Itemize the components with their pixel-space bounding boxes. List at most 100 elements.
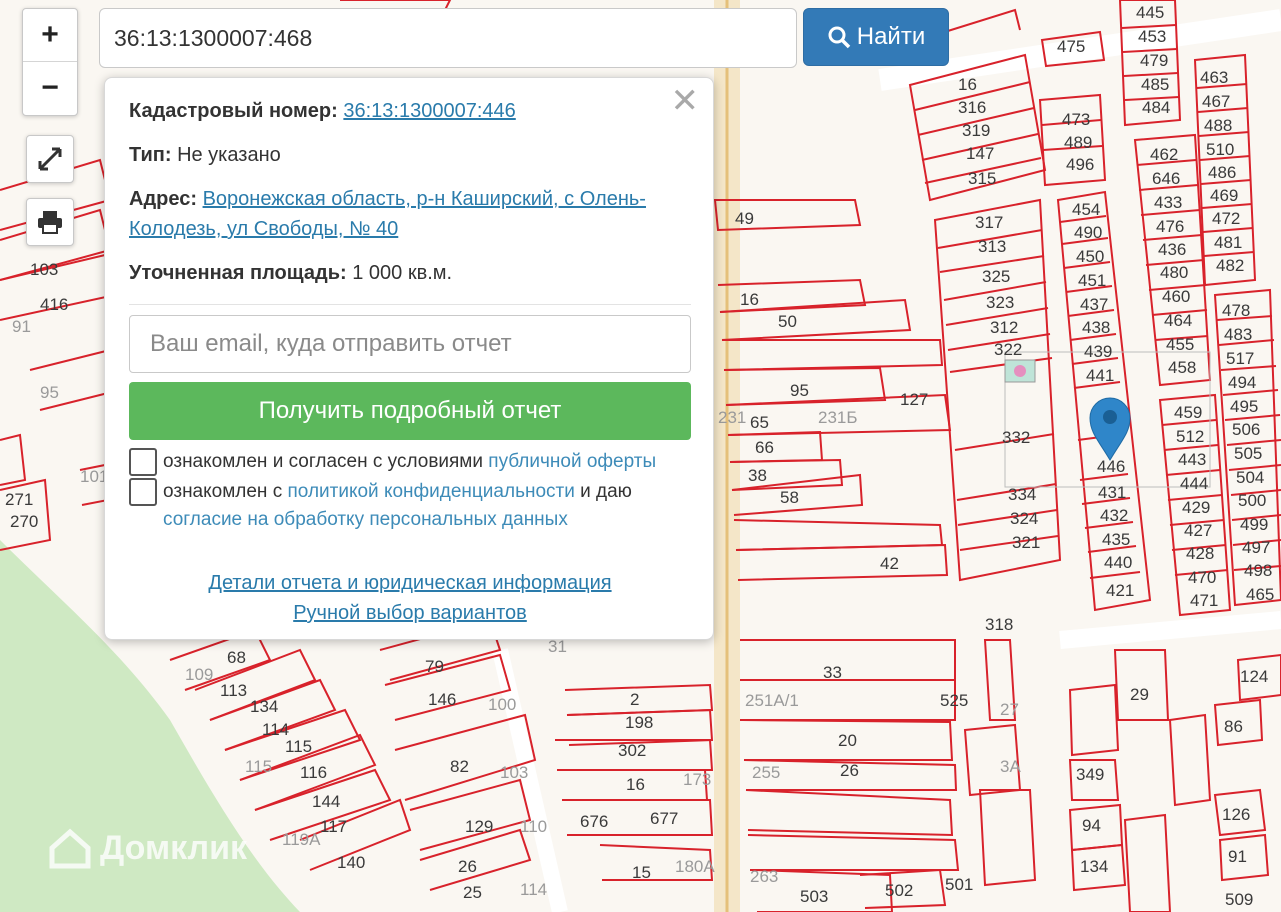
svg-text:495: 495: [1230, 397, 1258, 416]
svg-text:29: 29: [1130, 685, 1149, 704]
poi-icon: [1004, 359, 1036, 383]
email-field[interactable]: [129, 315, 691, 373]
parcel-info-popup: ✕ Кадастровый номер: 36:13:1300007:446 Т…: [104, 77, 714, 640]
svg-text:173: 173: [683, 770, 711, 789]
zoom-out-icon[interactable]: −: [23, 61, 77, 114]
svg-text:16: 16: [958, 75, 977, 94]
svg-text:26: 26: [458, 857, 477, 876]
personal-data-link[interactable]: согласие на обработку персональных данны…: [163, 509, 568, 530]
svg-text:322: 322: [994, 340, 1022, 359]
svg-text:480: 480: [1160, 263, 1188, 282]
svg-text:469: 469: [1210, 186, 1238, 205]
address-link[interactable]: Воронежская область, р-н Каширский, с Ол…: [129, 188, 646, 240]
svg-text:332: 332: [1002, 428, 1030, 447]
svg-text:501: 501: [945, 875, 973, 894]
svg-text:95: 95: [40, 383, 59, 402]
svg-text:129: 129: [465, 817, 493, 836]
cadastral-number-link[interactable]: 36:13:1300007:446: [343, 100, 515, 122]
svg-text:509: 509: [1225, 890, 1253, 909]
svg-text:446: 446: [1097, 457, 1125, 476]
svg-text:486: 486: [1208, 163, 1236, 182]
svg-text:334: 334: [1008, 485, 1036, 504]
svg-text:489: 489: [1064, 133, 1092, 152]
map-pin-icon[interactable]: [1089, 397, 1131, 461]
offer-checkbox[interactable]: [129, 448, 157, 476]
offer-link[interactable]: публичной оферты: [488, 451, 656, 472]
svg-text:25: 25: [463, 883, 482, 902]
svg-text:33: 33: [823, 663, 842, 682]
svg-text:198: 198: [625, 713, 653, 732]
close-icon[interactable]: ✕: [671, 84, 700, 118]
svg-text:26: 26: [840, 761, 859, 780]
svg-text:38: 38: [748, 466, 767, 485]
svg-text:119A: 119A: [282, 830, 321, 849]
svg-text:263: 263: [750, 867, 778, 886]
area-row: Уточненная площадь: 1 000 кв.м.: [129, 262, 452, 285]
svg-text:500: 500: [1238, 491, 1266, 510]
svg-text:114: 114: [520, 880, 547, 899]
print-icon: [38, 211, 62, 234]
svg-text:416: 416: [40, 295, 68, 314]
svg-text:27: 27: [1000, 700, 1019, 719]
svg-text:86: 86: [1224, 717, 1243, 736]
svg-text:134: 134: [250, 697, 278, 716]
svg-text:103: 103: [500, 763, 528, 782]
manual-select-link[interactable]: Ручной выбор вариантов: [105, 602, 715, 625]
svg-text:438: 438: [1082, 318, 1110, 337]
svg-text:443: 443: [1178, 450, 1206, 469]
fullscreen-button[interactable]: [26, 135, 74, 183]
svg-text:42: 42: [880, 554, 899, 573]
privacy-checkbox[interactable]: [129, 478, 157, 506]
search-button[interactable]: Найти: [803, 8, 949, 66]
svg-text:15: 15: [632, 863, 651, 882]
svg-text:482: 482: [1216, 256, 1244, 275]
svg-text:312: 312: [990, 318, 1018, 337]
svg-text:68: 68: [227, 648, 246, 667]
svg-text:479: 479: [1140, 51, 1168, 70]
svg-text:79: 79: [425, 657, 444, 676]
svg-text:324: 324: [1010, 509, 1038, 528]
address-label: Адрес:: [129, 188, 197, 210]
search-icon: [828, 26, 850, 49]
svg-text:95: 95: [790, 381, 809, 400]
zoom-in-icon[interactable]: +: [23, 9, 77, 61]
svg-text:432: 432: [1100, 506, 1128, 525]
svg-text:454: 454: [1072, 200, 1100, 219]
svg-text:317: 317: [975, 213, 1003, 232]
privacy-mid-text: и даю: [580, 481, 632, 502]
svg-text:49: 49: [735, 209, 754, 228]
svg-text:180A: 180A: [675, 857, 715, 876]
svg-text:20: 20: [838, 731, 857, 750]
privacy-text: ознакомлен с: [163, 481, 283, 502]
svg-text:646: 646: [1152, 169, 1180, 188]
svg-text:91: 91: [1228, 847, 1247, 866]
svg-text:115: 115: [245, 757, 272, 776]
svg-text:433: 433: [1154, 193, 1182, 212]
svg-text:441: 441: [1086, 366, 1114, 385]
svg-text:116: 116: [300, 763, 327, 782]
svg-text:488: 488: [1204, 116, 1232, 135]
type-value: Не указано: [177, 144, 281, 166]
offer-text: ознакомлен и согласен с условиями: [163, 451, 483, 472]
svg-text:270: 270: [10, 512, 38, 531]
details-link[interactable]: Детали отчета и юридическая информация: [105, 572, 715, 595]
svg-text:435: 435: [1102, 530, 1130, 549]
print-button[interactable]: [26, 198, 74, 246]
svg-text:676: 676: [580, 812, 608, 831]
get-report-button[interactable]: Получить подробный отчет: [129, 382, 691, 440]
svg-text:349: 349: [1076, 765, 1104, 784]
svg-text:109: 109: [185, 665, 213, 684]
svg-text:231Б: 231Б: [818, 408, 858, 427]
svg-text:483: 483: [1224, 325, 1252, 344]
search-input[interactable]: [99, 8, 797, 68]
svg-text:126: 126: [1222, 805, 1250, 824]
svg-text:494: 494: [1228, 373, 1256, 392]
svg-text:458: 458: [1168, 358, 1196, 377]
svg-text:451: 451: [1078, 271, 1106, 290]
privacy-policy-link[interactable]: политикой конфиденциальности: [288, 481, 575, 502]
svg-text:504: 504: [1236, 468, 1264, 487]
svg-text:140: 140: [337, 853, 365, 872]
svg-text:313: 313: [978, 237, 1006, 256]
svg-text:453: 453: [1138, 27, 1166, 46]
svg-text:481: 481: [1214, 233, 1242, 252]
